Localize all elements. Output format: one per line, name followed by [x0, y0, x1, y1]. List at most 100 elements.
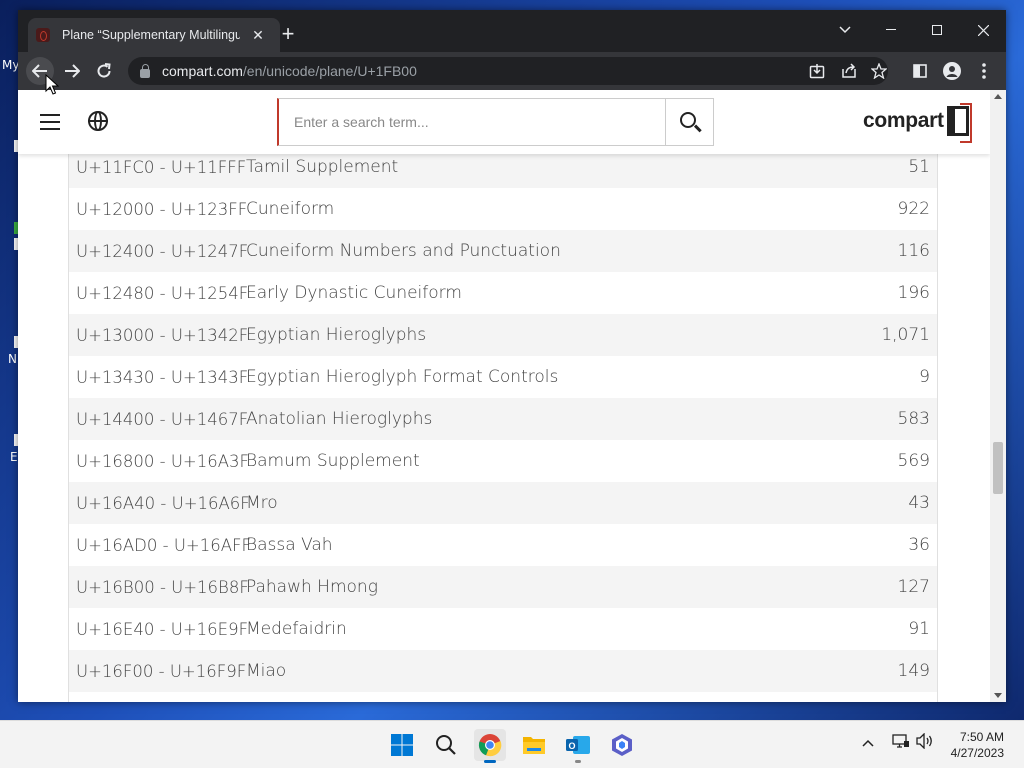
- block-name-cell[interactable]: Miao: [246, 661, 848, 681]
- block-range-cell[interactable]: U+16F00 - U+16F9F: [68, 662, 246, 681]
- table-row[interactable]: U+12400 - U+1247F Cuneiform Numbers and P…: [68, 230, 938, 272]
- block-range-cell[interactable]: U+13000 - U+1342F: [68, 326, 248, 345]
- table-row[interactable]: U+16E40 - U+16E9F Medefaidrin 91: [68, 608, 938, 650]
- maximize-button[interactable]: [914, 16, 960, 44]
- table-row[interactable]: U+12480 - U+1254F Early Dynastic Cuneifor…: [68, 272, 938, 314]
- table-row[interactable]: U+16B00 - U+16B8F Pahawh Hmong 127: [68, 566, 938, 608]
- block-range-cell[interactable]: U+13430 - U+1343F: [68, 368, 248, 387]
- browser-tab[interactable]: Plane “Supplementary Multilingu ✕: [28, 18, 280, 52]
- block-name-cell[interactable]: Cuneiform: [246, 199, 848, 219]
- block-range-cell[interactable]: U+16AD0 - U+16AFF: [68, 536, 251, 555]
- url-path: /en/unicode/plane/U+1FB00: [242, 63, 417, 79]
- desktop-icon-label[interactable]: E: [10, 450, 18, 464]
- table-row[interactable]: U+12000 - U+123FF Cuneiform 922: [68, 188, 938, 230]
- web-page: compart U+11FC0 - U+11FFFTamil Supplemen…: [18, 90, 1006, 702]
- block-range-cell[interactable]: U+16A40 - U+16A6F: [68, 494, 250, 513]
- profile-icon[interactable]: [938, 57, 966, 85]
- search-taskbar-button[interactable]: [430, 729, 462, 761]
- block-name-cell[interactable]: Egyptian Hieroglyphs: [246, 325, 848, 345]
- block-name-cell[interactable]: Cuneiform Numbers and Punctuation: [246, 241, 848, 261]
- block-name-cell[interactable]: Anatolian Hieroglyphs: [246, 409, 848, 429]
- block-range-cell[interactable]: U+11FC0 - U+11FFF: [68, 158, 246, 177]
- block-count-cell: 116: [897, 241, 930, 261]
- compart-logo[interactable]: compart: [863, 103, 972, 143]
- windows-logo-icon: [391, 734, 413, 756]
- desktop-icon-label[interactable]: N: [8, 352, 17, 366]
- table-row[interactable]: U+14400 - U+1467F Anatolian Hieroglyphs 58…: [68, 398, 938, 440]
- new-tab-button[interactable]: +: [276, 23, 300, 45]
- system-clock[interactable]: 7:50 AM 4/27/2023: [951, 729, 1004, 761]
- table-row[interactable]: U+16800 - U+16A3F Bamum Supplement 569: [68, 440, 938, 482]
- share-icon[interactable]: [840, 63, 858, 82]
- block-range-cell[interactable]: U+16800 - U+16A3F: [68, 452, 249, 471]
- block-name-cell[interactable]: Pahawh Hmong: [246, 577, 848, 597]
- block-name-cell[interactable]: Tamil Supplement: [246, 157, 848, 177]
- block-range-cell[interactable]: U+12000 - U+123FF: [68, 200, 247, 219]
- search-button[interactable]: [665, 98, 714, 146]
- outlook-taskbar-button[interactable]: O: [562, 729, 594, 763]
- address-bar[interactable]: compart.com/en/unicode/plane/U+1FB00: [128, 57, 888, 85]
- active-app-indicator: [484, 760, 496, 763]
- unicode-blocks-table: U+11FC0 - U+11FFF Tamil Supplement 51 U+120…: [68, 146, 938, 692]
- table-row[interactable]: U+16F00 - U+16F9F Miao 149: [68, 650, 938, 692]
- running-app-indicator: [575, 760, 581, 763]
- block-count-cell: 569: [897, 451, 930, 471]
- bookmark-star-icon[interactable]: [870, 62, 888, 82]
- block-name-cell[interactable]: Medefaidrin: [246, 619, 848, 639]
- forward-button[interactable]: [58, 57, 86, 85]
- url-host: compart.com: [162, 63, 243, 79]
- block-count-cell: 91: [908, 619, 930, 639]
- install-app-icon[interactable]: [808, 63, 826, 82]
- browser-toolbar: compart.com/en/unicode/plane/U+1FB00: [18, 52, 1006, 90]
- site-header: compart: [18, 90, 990, 154]
- scrollbar-thumb[interactable]: [993, 442, 1003, 494]
- chrome-taskbar-button[interactable]: [474, 729, 506, 763]
- block-name-cell[interactable]: Mro: [246, 493, 848, 513]
- hamburger-menu-icon[interactable]: [40, 114, 60, 130]
- windows-taskbar: O 7:50 AM 4/27/2023: [0, 720, 1024, 768]
- minimize-button[interactable]: [868, 16, 914, 44]
- scroll-up-arrow-icon[interactable]: [994, 94, 1002, 99]
- side-panel-icon[interactable]: [906, 57, 934, 85]
- block-count-cell: 43: [908, 493, 930, 513]
- block-range-cell[interactable]: U+12480 - U+1254F: [68, 284, 248, 303]
- lock-icon[interactable]: [140, 63, 150, 78]
- volume-icon[interactable]: [916, 732, 934, 752]
- block-name-cell[interactable]: Bamum Supplement: [246, 451, 848, 471]
- desktop-icon-label[interactable]: My: [2, 58, 19, 72]
- tab-title: Plane “Supplementary Multilingu: [62, 28, 240, 42]
- block-name-cell[interactable]: Bassa Vah: [246, 535, 848, 555]
- block-count-cell: 51: [908, 157, 930, 177]
- tab-search-chevron-icon[interactable]: [822, 16, 868, 44]
- search-icon: [436, 735, 456, 755]
- block-range-cell[interactable]: U+16E40 - U+16E9F: [68, 620, 248, 639]
- page-scrollbar[interactable]: [990, 90, 1006, 702]
- block-range-cell[interactable]: U+14400 - U+1467F: [68, 410, 248, 429]
- globe-language-icon[interactable]: [88, 111, 108, 131]
- scroll-down-arrow-icon[interactable]: [994, 693, 1002, 698]
- block-name-cell[interactable]: Early Dynastic Cuneiform: [246, 283, 848, 303]
- table-row[interactable]: U+16AD0 - U+16AFF Bassa Vah 36: [68, 524, 938, 566]
- reload-button[interactable]: [90, 57, 118, 85]
- block-count-cell: 149: [897, 661, 930, 681]
- search-input[interactable]: [294, 114, 654, 130]
- block-range-cell[interactable]: U+12400 - U+1247F: [68, 242, 248, 261]
- table-row[interactable]: U+13430 - U+1343F Egyptian Hieroglyph For…: [68, 356, 938, 398]
- close-window-button[interactable]: [960, 16, 1006, 44]
- file-explorer-taskbar-button[interactable]: [518, 729, 550, 761]
- block-name-cell[interactable]: Egyptian Hieroglyph Format Controls: [246, 367, 848, 387]
- block-range-cell[interactable]: U+16B00 - U+16B8F: [68, 578, 249, 597]
- block-count-cell: 36: [908, 535, 930, 555]
- network-icon[interactable]: [892, 733, 910, 752]
- start-button[interactable]: [386, 729, 418, 761]
- search-field[interactable]: [277, 98, 666, 146]
- table-row[interactable]: U+16A40 - U+16A6F Mro 43: [68, 482, 938, 524]
- tab-close-icon[interactable]: ✕: [250, 27, 266, 44]
- app-taskbar-button[interactable]: [606, 729, 638, 761]
- folder-icon: [523, 737, 545, 754]
- show-hidden-icons-chevron-icon[interactable]: [862, 735, 874, 750]
- logo-mark-icon: [946, 103, 972, 143]
- block-count-cell: 583: [897, 409, 930, 429]
- menu-kebab-icon[interactable]: [970, 57, 998, 85]
- table-row[interactable]: U+13000 - U+1342F Egyptian Hieroglyphs 1,0…: [68, 314, 938, 356]
